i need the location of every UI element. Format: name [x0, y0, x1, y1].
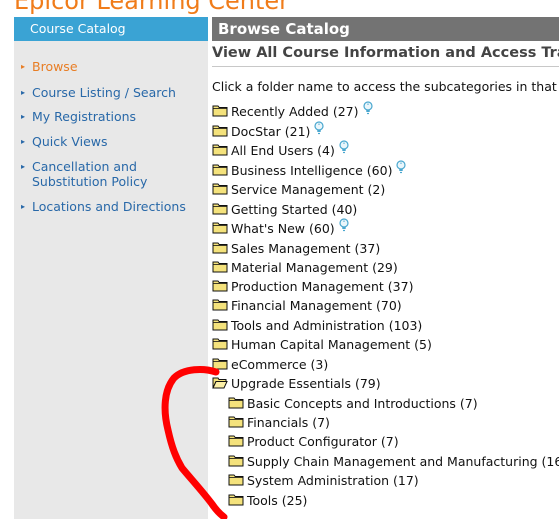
panel-header: Browse Catalog	[212, 17, 559, 41]
folder-icon	[212, 279, 228, 292]
folder-label: Human Capital Management (5)	[231, 337, 432, 352]
folder-icon	[228, 493, 244, 506]
folder-open-icon	[212, 376, 228, 389]
subfolder-item[interactable]: Tools (25)	[228, 492, 307, 509]
folder-icon	[212, 104, 228, 117]
sidebar-item-label: Course Listing / Search	[32, 85, 176, 100]
folder-icon	[228, 473, 244, 486]
sidebar-item-label: Cancellation and Substitution Policy	[32, 159, 148, 189]
folder-label: Production Management (37)	[231, 279, 414, 294]
folder-icon	[228, 434, 244, 447]
folder-label: Tools (25)	[247, 493, 308, 508]
sidebar-item-my-registrations[interactable]: ▸ My Registrations	[21, 109, 203, 124]
folder-label: All End Users (4)	[231, 143, 335, 158]
folder-item[interactable]: DocStar (21)	[212, 121, 325, 140]
sidebar-item-cancellation-and-substitution-policy[interactable]: ▸ Cancellation and Substitution Policy	[21, 159, 203, 189]
folder-icon	[212, 221, 228, 234]
folder-icon	[212, 202, 228, 215]
folder-icon	[212, 163, 228, 176]
folder-item[interactable]: Sales Management (37)	[212, 240, 380, 257]
sidebar-item-label: Quick Views	[32, 134, 108, 149]
folder-label: eCommerce (3)	[231, 357, 329, 372]
subfolder-item[interactable]: Financials (7)	[228, 414, 330, 431]
folder-label: Basic Concepts and Introductions (7)	[247, 396, 478, 411]
chevron-right-icon: ▸	[21, 202, 26, 211]
folder-label: Financial Management (70)	[231, 298, 402, 313]
sidebar-item-locations-and-directions[interactable]: ▸ Locations and Directions	[21, 199, 203, 214]
folder-label: Sales Management (37)	[231, 241, 381, 256]
folder-item[interactable]: Getting Started (40)	[212, 201, 357, 218]
folder-item[interactable]: Tools and Administration (103)	[212, 317, 422, 334]
folder-item[interactable]: Production Management (37)	[212, 278, 413, 295]
folder-label: Getting Started (40)	[231, 202, 358, 217]
folder-item[interactable]: Recently Added (27)	[212, 101, 374, 120]
folder-label: Business Intelligence (60)	[231, 163, 393, 178]
subfolder-item[interactable]: Basic Concepts and Introductions (7)	[228, 395, 478, 412]
divider	[212, 66, 559, 67]
folder-icon	[228, 454, 244, 467]
sidebar: Course Catalog ▸ Browse ▸ Course Listing / …	[14, 17, 208, 519]
folder-icon	[228, 415, 244, 428]
chevron-right-icon: ▸	[21, 112, 26, 121]
folder-icon	[212, 182, 228, 195]
lightbulb-icon	[395, 160, 407, 174]
folder-label: Tools and Administration (103)	[231, 318, 423, 333]
folder-icon	[212, 241, 228, 254]
folder-label: Product Configurator (7)	[247, 434, 399, 449]
folder-icon	[212, 143, 228, 156]
sidebar-item-course-listing-search[interactable]: ▸ Course Listing / Search	[21, 85, 203, 100]
folder-icon	[212, 318, 228, 331]
page-subtitle: View All Course Information and Access T…	[212, 45, 559, 61]
folder-label: What's New (60)	[231, 221, 335, 236]
sidebar-item-label: My Registrations	[32, 109, 137, 124]
folder-label: DocStar (21)	[231, 124, 311, 139]
folder-label: Service Management (2)	[231, 182, 386, 197]
folder-label: Financials (7)	[247, 415, 330, 430]
folder-item[interactable]: Service Management (2)	[212, 181, 385, 198]
subfolder-item[interactable]: System Administration (17)	[228, 472, 419, 489]
folder-item[interactable]: eCommerce (3)	[212, 356, 328, 373]
lightbulb-icon	[362, 101, 374, 115]
folder-item[interactable]: All End Users (4)	[212, 140, 350, 159]
sidebar-item-quick-views[interactable]: ▸ Quick Views	[21, 134, 203, 149]
folder-icon	[212, 357, 228, 370]
folder-label: Recently Added (27)	[231, 104, 359, 119]
subfolder-item[interactable]: Supply Chain Management and Manufacturin…	[228, 453, 559, 470]
site-title: Epicor Learning Center	[14, 0, 290, 15]
folder-item[interactable]: Human Capital Management (5)	[212, 336, 432, 353]
folder-icon	[228, 396, 244, 409]
lightbulb-icon	[313, 121, 325, 135]
instructions-text: Click a folder name to access the subcat…	[212, 79, 559, 94]
folder-label: Supply Chain Management and Manufacturin…	[247, 454, 559, 469]
chevron-right-icon: ▸	[21, 162, 26, 171]
lightbulb-icon	[338, 218, 350, 232]
lightbulb-icon	[338, 140, 350, 154]
sidebar-item-label: Browse	[32, 59, 78, 74]
folder-item[interactable]: What's New (60)	[212, 218, 350, 237]
subfolder-item[interactable]: Product Configurator (7)	[228, 433, 399, 450]
folder-item[interactable]: Material Management (29)	[212, 259, 398, 276]
sidebar-item-label: Locations and Directions	[32, 199, 186, 214]
folder-icon	[212, 260, 228, 273]
chevron-right-icon: ▸	[21, 88, 26, 97]
folder-icon	[212, 298, 228, 311]
folder-item[interactable]: Financial Management (70)	[212, 297, 402, 314]
sidebar-item-browse[interactable]: ▸ Browse	[21, 59, 203, 74]
folder-icon	[212, 337, 228, 350]
folder-label: System Administration (17)	[247, 473, 419, 488]
chevron-right-icon: ▸	[21, 137, 26, 146]
folder-item[interactable]: Business Intelligence (60)	[212, 160, 407, 179]
folder-item[interactable]: Upgrade Essentials (79)	[212, 375, 381, 392]
sidebar-header: Course Catalog	[14, 17, 208, 41]
chevron-right-icon: ▸	[21, 62, 26, 71]
folder-label: Material Management (29)	[231, 260, 398, 275]
folder-label: Upgrade Essentials (79)	[231, 376, 381, 391]
folder-icon	[212, 124, 228, 137]
